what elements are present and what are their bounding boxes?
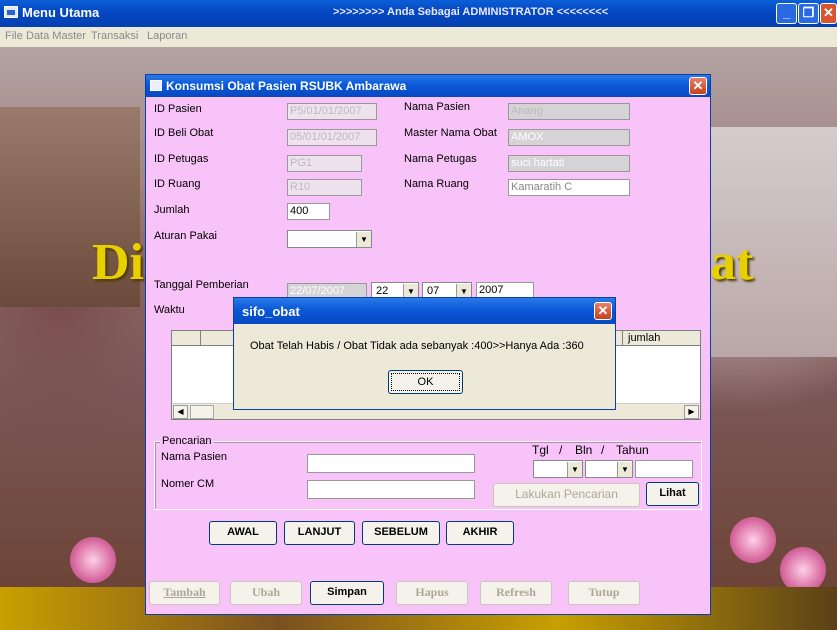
id-ruang-label: ID Ruang xyxy=(154,178,201,190)
search-nama-pasien-label: Nama Pasien xyxy=(161,451,228,463)
master-nama-obat-field[interactable]: AMOX xyxy=(508,129,630,146)
jumlah-field[interactable]: 400 xyxy=(287,203,330,220)
search-day-select[interactable]: ▼ xyxy=(533,460,583,478)
refresh-button[interactable]: Refresh xyxy=(480,581,552,605)
nama-ruang-field[interactable]: Kamaratih C xyxy=(508,179,630,196)
menu-data-master[interactable]: Data Master xyxy=(26,30,86,42)
date-header-sep2: / xyxy=(601,443,605,457)
menu-transaksi[interactable]: Transaksi xyxy=(91,30,138,42)
background-flower xyxy=(70,537,116,583)
background-text-right: at xyxy=(710,234,754,291)
view-button[interactable]: Lihat xyxy=(646,482,699,506)
aturan-pakai-select[interactable]: ▼ xyxy=(287,230,372,248)
menu-file[interactable]: File xyxy=(5,30,23,42)
maximize-icon[interactable]: ❐ xyxy=(798,3,819,24)
scroll-right-icon[interactable]: ▶ xyxy=(684,405,699,419)
last-record-button[interactable]: AKHIR xyxy=(446,521,514,545)
minimize-icon[interactable]: _ xyxy=(776,3,797,24)
search-nomer-cm-label: Nomer CM xyxy=(161,478,215,490)
id-ruang-field[interactable]: R10 xyxy=(287,179,362,196)
search-nomer-cm-input[interactable] xyxy=(307,480,475,499)
waktu-label: Waktu xyxy=(154,304,185,316)
search-button[interactable]: Lakukan Pencarian xyxy=(493,483,640,507)
id-beli-obat-label: ID Beli Obat xyxy=(154,127,214,139)
ok-button[interactable]: OK xyxy=(388,370,463,394)
date-header-tgl: Tgl xyxy=(532,443,549,457)
month-value: 07 xyxy=(427,285,440,297)
role-banner: >>>>>>>> Anda Sebagai ADMINISTRATOR <<<<… xyxy=(333,6,609,18)
close-icon[interactable]: ✕ xyxy=(820,3,837,24)
chevron-down-icon[interactable]: ▼ xyxy=(356,232,371,247)
tanggal-pemberian-label: Tanggal Pemberian xyxy=(154,279,249,291)
master-nama-obat-label: Master Nama Obat xyxy=(404,127,497,139)
add-button[interactable]: Tambah xyxy=(149,581,220,605)
id-pasien-field[interactable]: P5/01/01/2007 xyxy=(287,103,377,120)
message-box: sifo_obat ✕ Obat Telah Habis / Obat Tida… xyxy=(233,297,616,410)
main-window-title: Menu Utama xyxy=(22,5,100,20)
aturan-pakai-label: Aturan Pakai xyxy=(154,230,217,242)
id-petugas-label: ID Petugas xyxy=(154,153,209,165)
message-box-title-bar: sifo_obat ✕ xyxy=(234,298,615,324)
nama-petugas-field[interactable]: suci hartati xyxy=(508,155,630,172)
dialog-close-icon[interactable]: ✕ xyxy=(689,77,707,95)
delete-button[interactable]: Hapus xyxy=(396,581,468,605)
scroll-left-icon[interactable]: ◀ xyxy=(173,405,188,419)
search-month-select[interactable]: ▼ xyxy=(585,460,633,478)
day-value: 22 xyxy=(376,285,389,297)
id-pasien-label: ID Pasien xyxy=(154,103,202,115)
message-text: Obat Telah Habis / Obat Tidak ada sebany… xyxy=(250,340,584,352)
save-button[interactable]: Simpan xyxy=(310,581,384,605)
id-beli-obat-field[interactable]: 05/01/01/2007 xyxy=(287,129,377,146)
scroll-thumb[interactable] xyxy=(190,405,214,419)
chevron-down-icon[interactable]: ▼ xyxy=(617,462,632,477)
message-box-title: sifo_obat xyxy=(242,304,300,319)
id-petugas-field[interactable]: PG1 xyxy=(287,155,362,172)
background-text-left: Di xyxy=(92,234,144,291)
date-header-bln: Bln xyxy=(575,443,593,457)
grid-column-divider xyxy=(200,331,201,346)
grid-column-divider xyxy=(622,331,623,346)
edit-button[interactable]: Ubah xyxy=(230,581,302,605)
close-button[interactable]: Tutup xyxy=(568,581,640,605)
first-record-button[interactable]: AWAL xyxy=(209,521,277,545)
nama-pasien-label: Nama Pasien xyxy=(404,101,471,113)
message-box-close-icon[interactable]: ✕ xyxy=(594,302,612,320)
chevron-down-icon[interactable]: ▼ xyxy=(567,462,582,477)
nama-petugas-label: Nama Petugas xyxy=(404,153,477,165)
main-title-bar: Menu Utama >>>>>>>> Anda Sebagai ADMINIS… xyxy=(0,0,837,27)
date-header-tahun: Tahun xyxy=(616,443,649,457)
nama-ruang-label: Nama Ruang xyxy=(404,178,469,190)
app-window-icon xyxy=(4,6,18,18)
search-group: Pencarian Nama Pasien Nomer CM Tgl / Bln… xyxy=(154,435,702,510)
dialog-title: Konsumsi Obat Pasien RSUBK Ambarawa xyxy=(166,79,407,93)
grid-header-jumlah[interactable]: jumlah xyxy=(628,332,660,344)
dialog-window-icon xyxy=(150,80,162,91)
search-year-input[interactable] xyxy=(635,460,693,478)
date-header-sep1: / xyxy=(559,443,563,457)
background-flower xyxy=(730,517,776,563)
nama-pasien-field[interactable]: Anang xyxy=(508,103,630,120)
previous-record-button[interactable]: SEBELUM xyxy=(362,521,440,545)
ok-button-label: OK xyxy=(391,373,460,391)
jumlah-label: Jumlah xyxy=(154,204,190,216)
next-record-button[interactable]: LANJUT xyxy=(284,521,355,545)
menu-bar: File Data Master Transaksi Laporan xyxy=(0,27,837,47)
search-group-label: Pencarian xyxy=(160,435,214,447)
dialog-title-bar: Konsumsi Obat Pasien RSUBK Ambarawa ✕ xyxy=(146,75,710,97)
search-nama-pasien-input[interactable] xyxy=(307,454,475,473)
menu-laporan[interactable]: Laporan xyxy=(147,30,187,42)
